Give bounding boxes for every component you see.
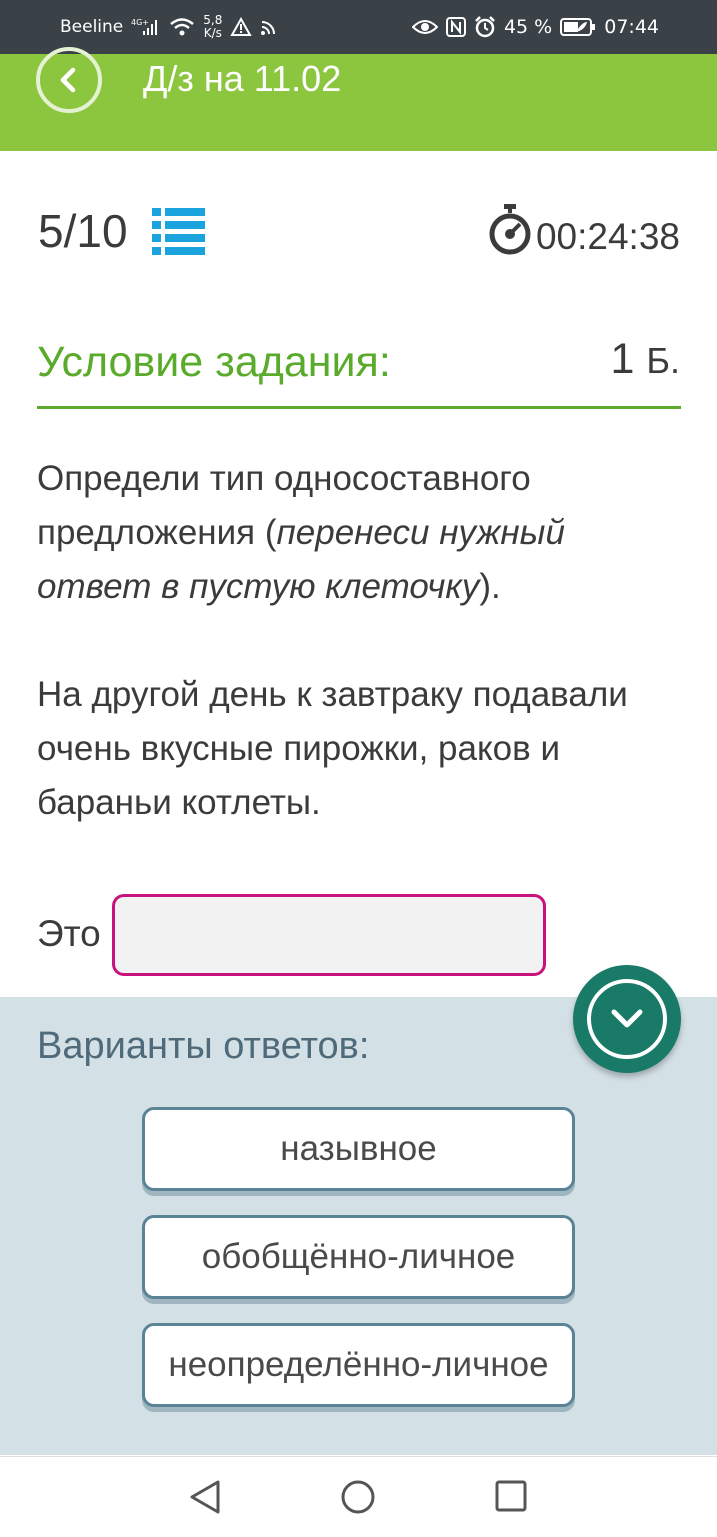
- nav-home-icon[interactable]: [340, 1479, 376, 1520]
- back-button[interactable]: [36, 47, 102, 113]
- points-unit: Б.: [646, 340, 680, 381]
- nfc-icon: [445, 17, 466, 37]
- list-icon[interactable]: [152, 207, 206, 260]
- eye-icon: [411, 18, 438, 36]
- signal-icon: 4G+: [131, 17, 161, 37]
- answer-drop-slot[interactable]: [112, 894, 546, 976]
- alarm-icon: [474, 16, 496, 38]
- status-bar: Beeline 4G+ 5,8 K/s 45 % 07:44: [0, 0, 717, 54]
- option-nazyvnoe[interactable]: назывное: [142, 1107, 575, 1191]
- task-sentence: На другой день к завтраку подавали очень…: [37, 675, 628, 822]
- options-title: Варианты ответов:: [37, 1025, 370, 1067]
- status-left: Beeline 4G+ 5,8 K/s: [60, 0, 278, 54]
- nav-back-icon[interactable]: [188, 1479, 222, 1520]
- battery-icon: [560, 17, 596, 37]
- speed-unit: K/s: [203, 26, 222, 40]
- points-badge: 1 Б.: [610, 335, 680, 384]
- task-counter: 5/10: [38, 205, 128, 257]
- carrier-label: Beeline: [60, 17, 124, 37]
- nav-recents-icon[interactable]: [494, 1479, 528, 1518]
- timer: 00:24:38: [535, 216, 680, 257]
- system-nav-bar: [0, 1456, 717, 1537]
- answer-prefix: Это: [37, 913, 101, 954]
- condition-divider: [37, 406, 681, 409]
- battery-percent: 45 %: [503, 16, 553, 38]
- cast-icon: [260, 18, 278, 36]
- status-right: 45 % 07:44: [411, 0, 659, 54]
- svg-text:4G+: 4G+: [131, 18, 149, 27]
- submit-button[interactable]: [573, 965, 681, 1073]
- wifi-icon: [169, 17, 195, 37]
- page-title: Д/з на 11.02: [143, 58, 342, 99]
- chevron-left-icon: [60, 67, 76, 93]
- task-instruction: Определи тип односоставного предложения …: [37, 452, 687, 614]
- warning-icon: [230, 17, 253, 37]
- instruction-end: ).: [479, 567, 501, 606]
- chevron-down-icon: [611, 1009, 643, 1028]
- network-speed: 5,8 K/s: [203, 14, 222, 40]
- option-neopredelenno-lichnoe[interactable]: неопределённо-личное: [142, 1323, 575, 1407]
- points-value: 1: [610, 335, 635, 383]
- clock: 07:44: [604, 16, 659, 38]
- stopwatch-icon: [488, 204, 532, 261]
- app-header: Д/з на 11.02: [0, 47, 717, 151]
- option-obobshchenno-lichnoe[interactable]: обобщённо-личное: [142, 1215, 575, 1299]
- submit-ring: [587, 979, 667, 1059]
- condition-title: Условие задания:: [37, 338, 391, 386]
